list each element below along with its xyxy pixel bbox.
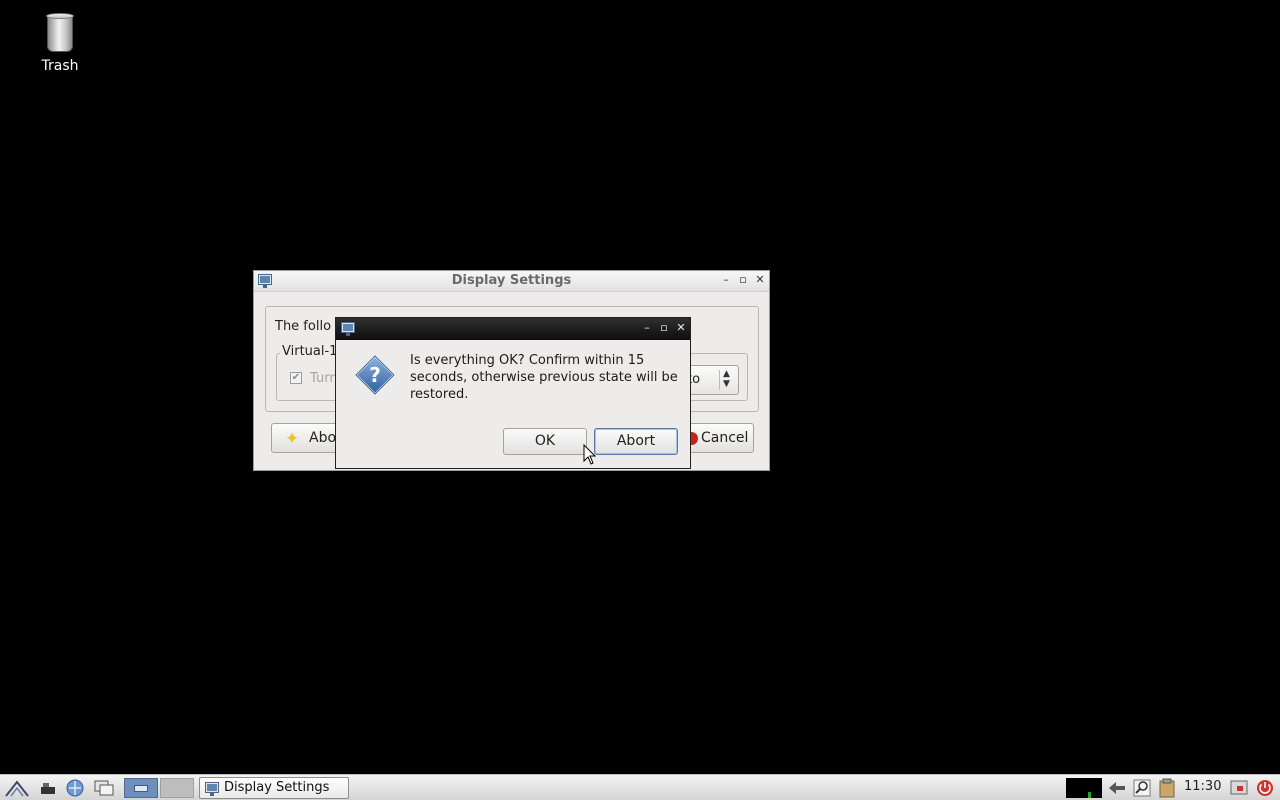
taskbar: Display Settings 11:30 xyxy=(0,774,1280,800)
abort-button[interactable]: Abort xyxy=(594,428,678,455)
abort-label: Abort xyxy=(616,433,656,449)
settings-message: The follo xyxy=(275,319,332,334)
question-icon: ? xyxy=(355,355,395,395)
turn-on-label: Turn xyxy=(310,371,338,386)
windows-icon[interactable] xyxy=(93,778,115,798)
start-menu-icon[interactable] xyxy=(4,778,30,798)
display-icon xyxy=(205,782,219,796)
maximize-icon[interactable]: ▫ xyxy=(657,321,671,335)
workspace-preview-icon xyxy=(134,785,148,792)
show-desktop-icon[interactable] xyxy=(38,778,58,798)
workspace-1-button[interactable] xyxy=(124,778,158,798)
mouse-cursor-icon xyxy=(583,444,597,465)
search-icon[interactable] xyxy=(1132,778,1152,798)
task-label: Display Settings xyxy=(224,780,330,795)
dialog-message: Is everything OK? Confirm within 15 seco… xyxy=(410,353,678,402)
cancel-label: Cancel xyxy=(701,430,749,446)
power-icon[interactable] xyxy=(1254,778,1276,798)
confirm-dialog: – ▫ ✕ ? Is everything OK? Confirm within… xyxy=(335,317,691,469)
minimize-icon[interactable]: – xyxy=(719,273,733,287)
minimize-icon[interactable]: – xyxy=(640,321,654,335)
lock-screen-icon[interactable] xyxy=(1228,778,1250,798)
maximize-icon[interactable]: ▫ xyxy=(736,273,750,287)
taskbar-task-display-settings[interactable]: Display Settings xyxy=(199,777,349,799)
close-icon[interactable]: ✕ xyxy=(753,273,767,287)
window-title: Display Settings xyxy=(451,273,572,288)
desktop: Trash Display Settings – ▫ ✕ The follo V… xyxy=(0,0,1280,774)
ok-label: OK xyxy=(534,433,556,449)
close-icon[interactable]: ✕ xyxy=(674,321,688,335)
output-group-label: Virtual-1 xyxy=(280,344,340,359)
desktop-icon-label: Trash xyxy=(41,58,79,74)
window-titlebar[interactable]: Display Settings – ▫ ✕ xyxy=(254,271,769,292)
network-icon[interactable] xyxy=(1106,778,1130,798)
display-icon xyxy=(341,322,355,336)
svg-text:?: ? xyxy=(369,363,381,387)
clock[interactable]: 11:30 xyxy=(1184,779,1221,794)
turn-on-checkbox[interactable]: ✔ xyxy=(290,372,302,384)
desktop-icon-trash[interactable]: Trash xyxy=(24,10,96,74)
spin-arrows-icon: ▲ ▼ xyxy=(723,369,730,389)
workspace-2-button[interactable] xyxy=(160,778,194,798)
file-manager-icon[interactable] xyxy=(64,778,86,798)
cpu-monitor-icon xyxy=(1066,778,1102,798)
trash-icon xyxy=(45,10,75,54)
dialog-titlebar[interactable]: – ▫ ✕ xyxy=(336,318,690,340)
clipboard-icon[interactable] xyxy=(1156,778,1178,798)
dialog-body: ? Is everything OK? Confirm within 15 se… xyxy=(338,340,688,466)
star-icon: ✦ xyxy=(285,429,300,449)
ok-button[interactable]: OK xyxy=(503,428,587,455)
